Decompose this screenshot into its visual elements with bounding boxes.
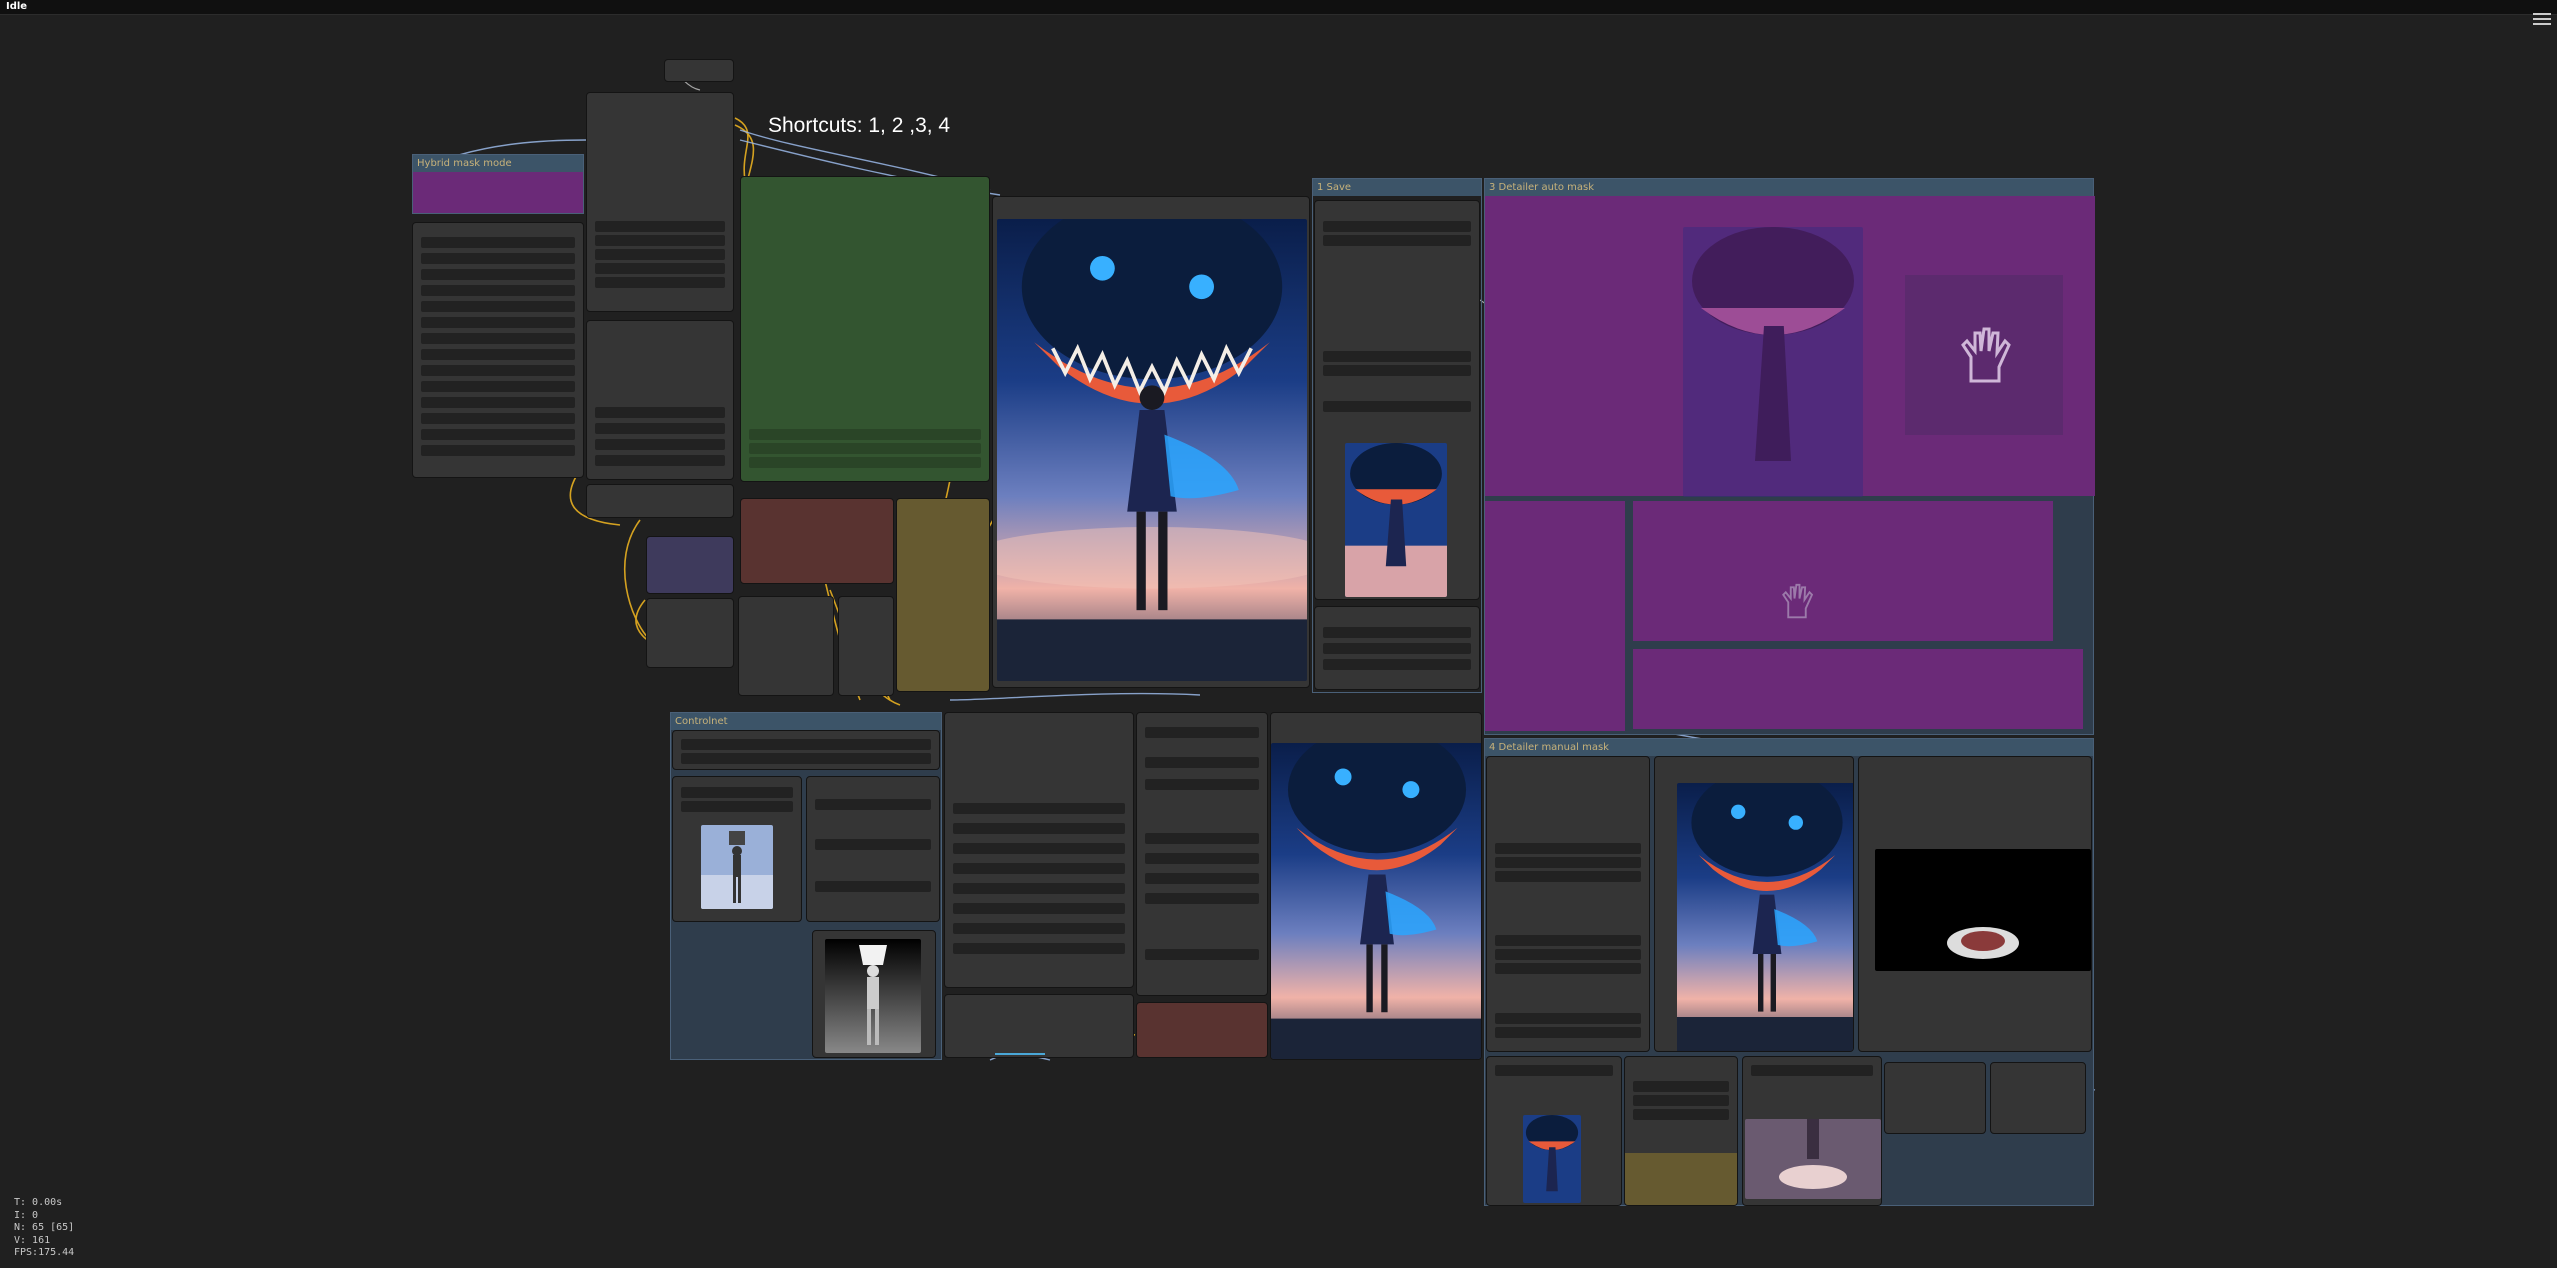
positive-prompt-node[interactable] bbox=[740, 176, 990, 482]
group-title: 4 Detailer manual mask bbox=[1485, 739, 2093, 756]
negative-note-node[interactable] bbox=[1136, 1002, 1268, 1058]
preview-image-node[interactable] bbox=[992, 196, 1310, 688]
save-thumbnail bbox=[1345, 443, 1447, 597]
stat-iterations: I: 0 bbox=[14, 1209, 39, 1221]
pose-thumbnail bbox=[701, 825, 773, 909]
stat-visible: V: 161 bbox=[14, 1234, 51, 1246]
negative-prompt-node[interactable] bbox=[740, 498, 894, 584]
crop-preview-node[interactable] bbox=[1742, 1056, 1882, 1206]
detailer-manual-image bbox=[1677, 783, 1853, 1051]
detailer-settings-node[interactable] bbox=[1486, 756, 1650, 1052]
loader-node[interactable] bbox=[412, 222, 584, 478]
depth-thumbnail bbox=[825, 939, 921, 1053]
vae-node[interactable] bbox=[838, 596, 894, 696]
seed-node[interactable] bbox=[586, 484, 734, 518]
pose-image-node[interactable] bbox=[672, 776, 802, 922]
lora-node[interactable] bbox=[586, 320, 734, 480]
second-preview-image bbox=[1271, 743, 1481, 1059]
perf-stats: T: 0.00s I: 0 N: 65 [65] V: 161 FPS:175.… bbox=[14, 1197, 74, 1260]
main-preview-image bbox=[997, 219, 1307, 681]
stat-time: T: 0.00s bbox=[14, 1197, 63, 1208]
group-detailer-auto-mask[interactable]: 3 Detailer auto mask bbox=[1484, 178, 2095, 735]
latent-node[interactable] bbox=[646, 598, 734, 668]
group-title: 3 Detailer auto mask bbox=[1485, 179, 2093, 196]
sampler-node[interactable] bbox=[738, 596, 834, 696]
final-image-node[interactable] bbox=[1486, 1056, 1622, 1206]
clip-node[interactable] bbox=[646, 536, 734, 594]
gold-note bbox=[1625, 1153, 1737, 1205]
hand-mask-icon bbox=[1961, 327, 2011, 383]
group-region-purple-3 bbox=[1633, 501, 2053, 641]
switch-node-2[interactable] bbox=[1990, 1062, 2086, 1134]
mask-image bbox=[1875, 849, 2091, 971]
vae-decode-node[interactable] bbox=[1136, 712, 1268, 996]
stat-fps: FPS:175.44 bbox=[14, 1247, 75, 1258]
checkpoint-node[interactable] bbox=[586, 92, 734, 312]
upscale-node[interactable] bbox=[944, 994, 1134, 1058]
preprocessor-node[interactable] bbox=[806, 776, 940, 922]
preview-image-node-2[interactable] bbox=[1270, 712, 1482, 1060]
mask-node[interactable] bbox=[1858, 756, 2092, 1052]
switch-node-1[interactable] bbox=[1884, 1062, 1986, 1134]
note-node[interactable] bbox=[896, 498, 990, 692]
crop-node[interactable] bbox=[1624, 1056, 1738, 1206]
group-region-purple-4 bbox=[1633, 649, 2083, 729]
ksampler-node[interactable] bbox=[944, 712, 1134, 988]
save-image-node[interactable] bbox=[1314, 200, 1480, 600]
group-title: 1 Save bbox=[1313, 179, 1481, 196]
group-region-purple-2 bbox=[1485, 501, 1625, 731]
mask-preview bbox=[1905, 275, 2063, 435]
detailer-image-node[interactable] bbox=[1654, 756, 1854, 1052]
group-body bbox=[413, 172, 583, 213]
image-info-node[interactable] bbox=[1314, 606, 1480, 690]
crop-preview-image bbox=[1745, 1119, 1881, 1199]
stat-nodes: N: 65 [65] bbox=[14, 1222, 75, 1233]
controlnet-apply-node[interactable] bbox=[672, 730, 940, 770]
final-thumbnail bbox=[1523, 1115, 1581, 1203]
group-hybrid-mask-mode[interactable]: Hybrid mask mode bbox=[412, 154, 584, 214]
reroute-node[interactable] bbox=[664, 59, 734, 82]
depth-image-node[interactable] bbox=[812, 930, 936, 1058]
group-title: Controlnet bbox=[671, 713, 941, 730]
shortcuts-note: Shortcuts: 1, 2 ,3, 4 bbox=[768, 114, 951, 137]
detailer-auto-image bbox=[1683, 227, 1863, 497]
group-title: Hybrid mask mode bbox=[413, 155, 583, 172]
hand-mask-small-icon bbox=[1782, 583, 1814, 619]
